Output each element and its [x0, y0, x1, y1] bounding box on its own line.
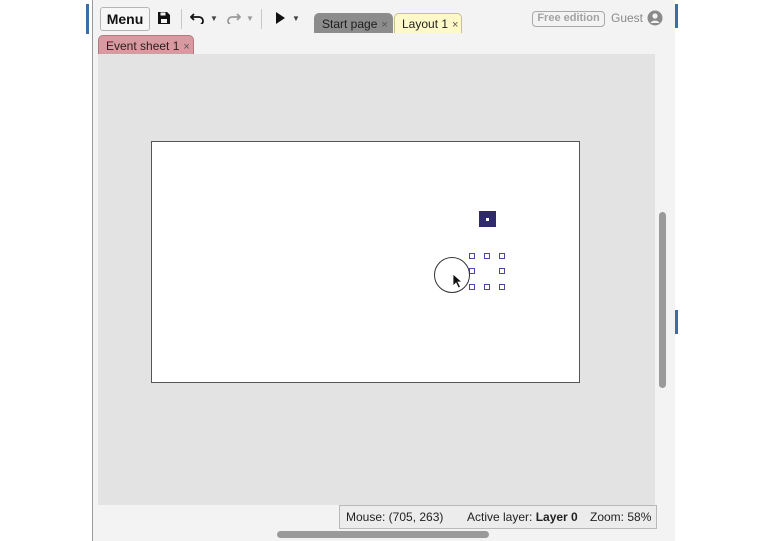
resize-handle-bottom[interactable]	[484, 284, 490, 290]
tab-layout-1[interactable]: Layout 1 ×	[394, 13, 462, 33]
toolbar-separator	[261, 9, 262, 29]
resize-handle-top-right[interactable]	[499, 253, 505, 259]
tab-event-sheet-1[interactable]: Event sheet 1 ×	[98, 35, 194, 55]
close-icon[interactable]: ×	[183, 41, 189, 53]
resize-handle-top-left[interactable]	[469, 253, 475, 259]
status-bar: Mouse: (705, 263) Active layer: Layer 0 …	[339, 505, 657, 529]
tab-label: Layout 1	[402, 17, 449, 31]
free-edition-badge[interactable]: Free edition	[532, 11, 605, 27]
user-account-icon[interactable]	[647, 10, 663, 26]
active-layer-status: Active layer: Layer 0	[467, 506, 578, 528]
resize-handle-right[interactable]	[499, 268, 505, 274]
tab-start-page[interactable]: Start page ×	[314, 13, 393, 33]
play-icon[interactable]	[272, 9, 288, 27]
layout-canvas[interactable]	[151, 141, 580, 383]
sprite-origin-point	[486, 218, 489, 221]
redo-icon[interactable]	[224, 9, 242, 27]
redo-dropdown-icon[interactable]: ▼	[246, 9, 254, 27]
zoom-level: Zoom: 58%	[590, 510, 652, 524]
tab-label: Event sheet 1	[106, 39, 180, 53]
active-layer-name: Layer 0	[535, 510, 578, 524]
save-icon[interactable]	[155, 9, 173, 27]
guest-label[interactable]: Guest	[611, 11, 643, 25]
mouse-pointer-icon	[452, 273, 464, 289]
resize-handle-bottom-left[interactable]	[469, 284, 475, 290]
vertical-scrollbar[interactable]	[659, 212, 666, 388]
mouse-position: Mouse: (705, 263)	[346, 510, 444, 524]
active-layer-label: Active layer:	[467, 510, 536, 524]
preview-dropdown-icon[interactable]: ▼	[292, 9, 300, 27]
main-toolbar: Menu ▼ ▼ ▼ Start page × Layout 1 × Free ed…	[93, 0, 675, 36]
toolbar-separator	[181, 9, 182, 29]
editor-window: Menu ▼ ▼ ▼ Start page × Layout 1 × Free ed…	[92, 0, 675, 541]
tab-label: Start page	[322, 17, 378, 31]
layout-view[interactable]	[98, 54, 655, 505]
close-icon[interactable]: ×	[381, 19, 387, 31]
undo-icon[interactable]	[188, 9, 206, 27]
undo-dropdown-icon[interactable]: ▼	[210, 9, 218, 27]
window-edge-accent	[86, 4, 89, 34]
horizontal-scrollbar[interactable]	[277, 531, 489, 538]
menu-button[interactable]: Menu	[100, 7, 150, 31]
resize-handle-bottom-right[interactable]	[499, 284, 505, 290]
resize-handle-top[interactable]	[484, 253, 490, 259]
close-icon[interactable]: ×	[452, 19, 458, 31]
